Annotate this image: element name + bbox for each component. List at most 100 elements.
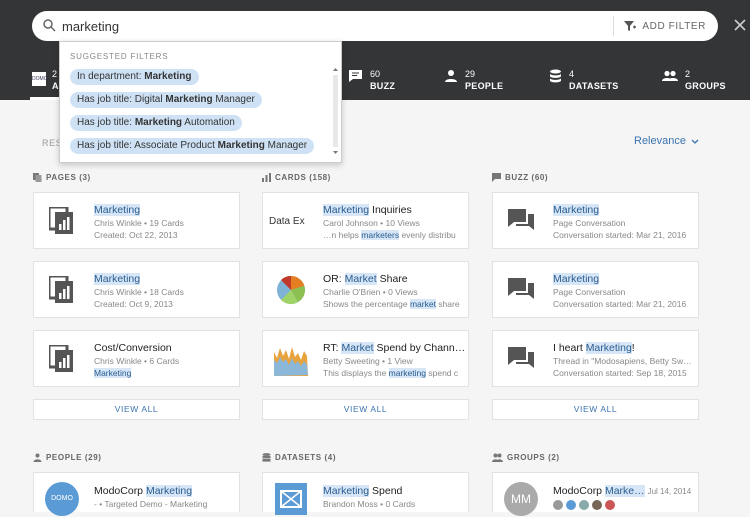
tab-all[interactable]: 2 A xyxy=(52,69,59,91)
result-title: Marketing Spend xyxy=(323,485,465,497)
group-result[interactable]: MM ModoCorp Marke… Jul 14, 2014 xyxy=(492,472,699,516)
desc-pre: Shows the percentage xyxy=(323,299,410,309)
result-meta: Chris Winkle • 18 Cards xyxy=(94,287,184,297)
avatar: MM xyxy=(504,482,538,516)
person-result[interactable]: DOMO ModoCorp Marketing - • Targeted Dem… xyxy=(33,472,240,516)
chat-bubbles-icon xyxy=(508,209,534,230)
result-description: This displays the marketing spend c xyxy=(323,368,465,378)
desc-highlight: marketers xyxy=(361,230,400,240)
result-date: Created: Oct 9, 2013 xyxy=(94,299,173,309)
title-rest: Inquiries xyxy=(369,204,412,216)
section-title: BUZZ (60) xyxy=(505,173,549,182)
title-highlight: Marketing xyxy=(145,485,193,497)
page-result[interactable]: Marketing Chris Winkle • 18 Cards Create… xyxy=(33,261,240,318)
tab-label: BUZZ xyxy=(370,81,396,91)
title-highlight: Marketing xyxy=(94,273,141,285)
tab-count: 29 xyxy=(465,69,476,79)
tab-datasets[interactable]: 4 DATASETS xyxy=(549,69,619,91)
tab-people[interactable]: 29 PEOPLE xyxy=(444,69,503,91)
tab-groups[interactable]: 2 GROUPS xyxy=(662,69,726,91)
area-chart-icon xyxy=(274,347,308,376)
chat-icon xyxy=(492,173,501,182)
sort-dropdown[interactable]: Relevance xyxy=(634,135,699,147)
page-icon xyxy=(49,207,73,234)
title-highlight: Marke… xyxy=(604,485,645,497)
search-input[interactable] xyxy=(62,16,482,36)
buzz-thumbnail xyxy=(503,341,539,377)
title-pre: OR: xyxy=(323,273,345,285)
result-meta: Page Conversation xyxy=(553,287,626,297)
suggested-filter[interactable]: Has job title: Digital Marketing Manager xyxy=(70,92,262,108)
buzz-result[interactable]: I heart Marketing! Thread in "Modosapien… xyxy=(492,330,699,387)
filter-suffix: Manager xyxy=(264,140,308,151)
suggested-filter[interactable]: In department: Marketing xyxy=(70,69,199,85)
result-date: Conversation started: Sep 18, 2015 xyxy=(553,368,687,378)
view-all-cards-button[interactable]: VIEW ALL xyxy=(262,399,469,420)
dataset-result[interactable]: Marketing Spend Brandon Moss • 0 Cards xyxy=(262,472,469,515)
title-pre: I heart xyxy=(553,342,586,354)
section-title: DATASETS (4) xyxy=(275,453,337,462)
filter-keyword: Marketing xyxy=(165,94,213,105)
filter-icon xyxy=(624,20,637,31)
title-rest: Share xyxy=(376,273,408,285)
page-icon xyxy=(49,345,73,372)
chat-bubbles-icon xyxy=(508,347,534,368)
people-section-header: PEOPLE (29) xyxy=(33,453,102,462)
person-thumbnail: DOMO xyxy=(44,481,80,517)
filter-keyword: Marketing xyxy=(144,71,192,82)
tab-label: A xyxy=(52,81,59,91)
chat-icon xyxy=(349,70,362,82)
title-highlight: Marketing xyxy=(553,273,600,285)
buzz-result[interactable]: Marketing Page Conversation Conversation… xyxy=(492,261,699,318)
close-icon[interactable] xyxy=(733,17,747,33)
suggested-filter[interactable]: Has job title: Associate Product Marketi… xyxy=(70,138,315,154)
buzz-result[interactable]: Marketing Page Conversation Conversation… xyxy=(492,192,699,249)
title-highlight: Marketing xyxy=(553,204,600,216)
result-description: …n helps marketers evenly distribu xyxy=(323,230,465,240)
card-result[interactable]: RT: Market Spend by Chann… Betty Sweetin… xyxy=(262,330,469,387)
result-meta: - • Targeted Demo - Marketing xyxy=(94,499,208,509)
group-thumbnail: MM xyxy=(503,481,539,517)
avatar: DOMO xyxy=(45,482,79,516)
page-result[interactable]: Cost/Conversion Chris Winkle • 6 Cards M… xyxy=(33,330,240,387)
filter-prefix: Has job title: xyxy=(77,117,135,128)
filter-keyword: Marketing xyxy=(217,140,265,151)
card-thumbnail xyxy=(273,341,309,377)
page-icon xyxy=(49,276,73,303)
pie-chart-icon xyxy=(277,275,305,305)
title-highlight: Marketing xyxy=(585,342,632,354)
chat-bubbles-icon xyxy=(508,278,534,299)
member-avatar xyxy=(553,500,563,510)
card-result[interactable]: OR: Market Share Charlie O'Brien • 0 Vie… xyxy=(262,261,469,318)
group-date: Jul 14, 2014 xyxy=(647,487,692,496)
dropdown-title: SUGGESTED FILTERS xyxy=(70,52,169,61)
section-title: PAGES (3) xyxy=(46,173,91,182)
desc-pre: This displays the xyxy=(323,368,389,378)
view-all-buzz-button[interactable]: VIEW ALL xyxy=(492,399,699,420)
page-result[interactable]: Marketing Chris Winkle • 19 Cards Create… xyxy=(33,192,240,249)
tab-count: 2 xyxy=(685,69,691,79)
title-rest: Spend by Chann… xyxy=(373,342,465,354)
suggested-filter[interactable]: Has job title: Marketing Automation xyxy=(70,115,242,131)
chevron-down-icon xyxy=(691,139,699,144)
title-pre: ModoCorp xyxy=(553,485,605,497)
add-filter-button[interactable]: ADD FILTER xyxy=(613,16,706,36)
datasets-section-header: DATASETS (4) xyxy=(262,453,336,462)
desc-post: share xyxy=(435,299,460,309)
result-meta: Chris Winkle • 6 Cards xyxy=(94,356,180,366)
result-date: Created: Oct 22, 2013 xyxy=(94,230,178,240)
card-thumbnail: Data Ex xyxy=(269,215,305,227)
groups-section-header: GROUPS (2) xyxy=(492,453,560,462)
member-avatar xyxy=(605,500,615,510)
tab-count: 2 xyxy=(52,69,58,79)
result-title: Cost/Conversion xyxy=(94,342,172,354)
result-title: Marketing xyxy=(553,273,695,285)
card-result[interactable]: Data Ex Marketing Inquiries Carol Johnso… xyxy=(262,192,469,249)
dropdown-scrollbar[interactable] xyxy=(332,66,339,156)
search-bar[interactable]: ADD FILTER xyxy=(32,11,718,41)
view-all-pages-button[interactable]: VIEW ALL xyxy=(33,399,240,420)
title-highlight: Market xyxy=(344,273,377,285)
pages-icon xyxy=(33,173,42,182)
section-title: GROUPS (2) xyxy=(507,453,560,462)
tab-buzz[interactable]: 60 BUZZ xyxy=(348,69,395,91)
